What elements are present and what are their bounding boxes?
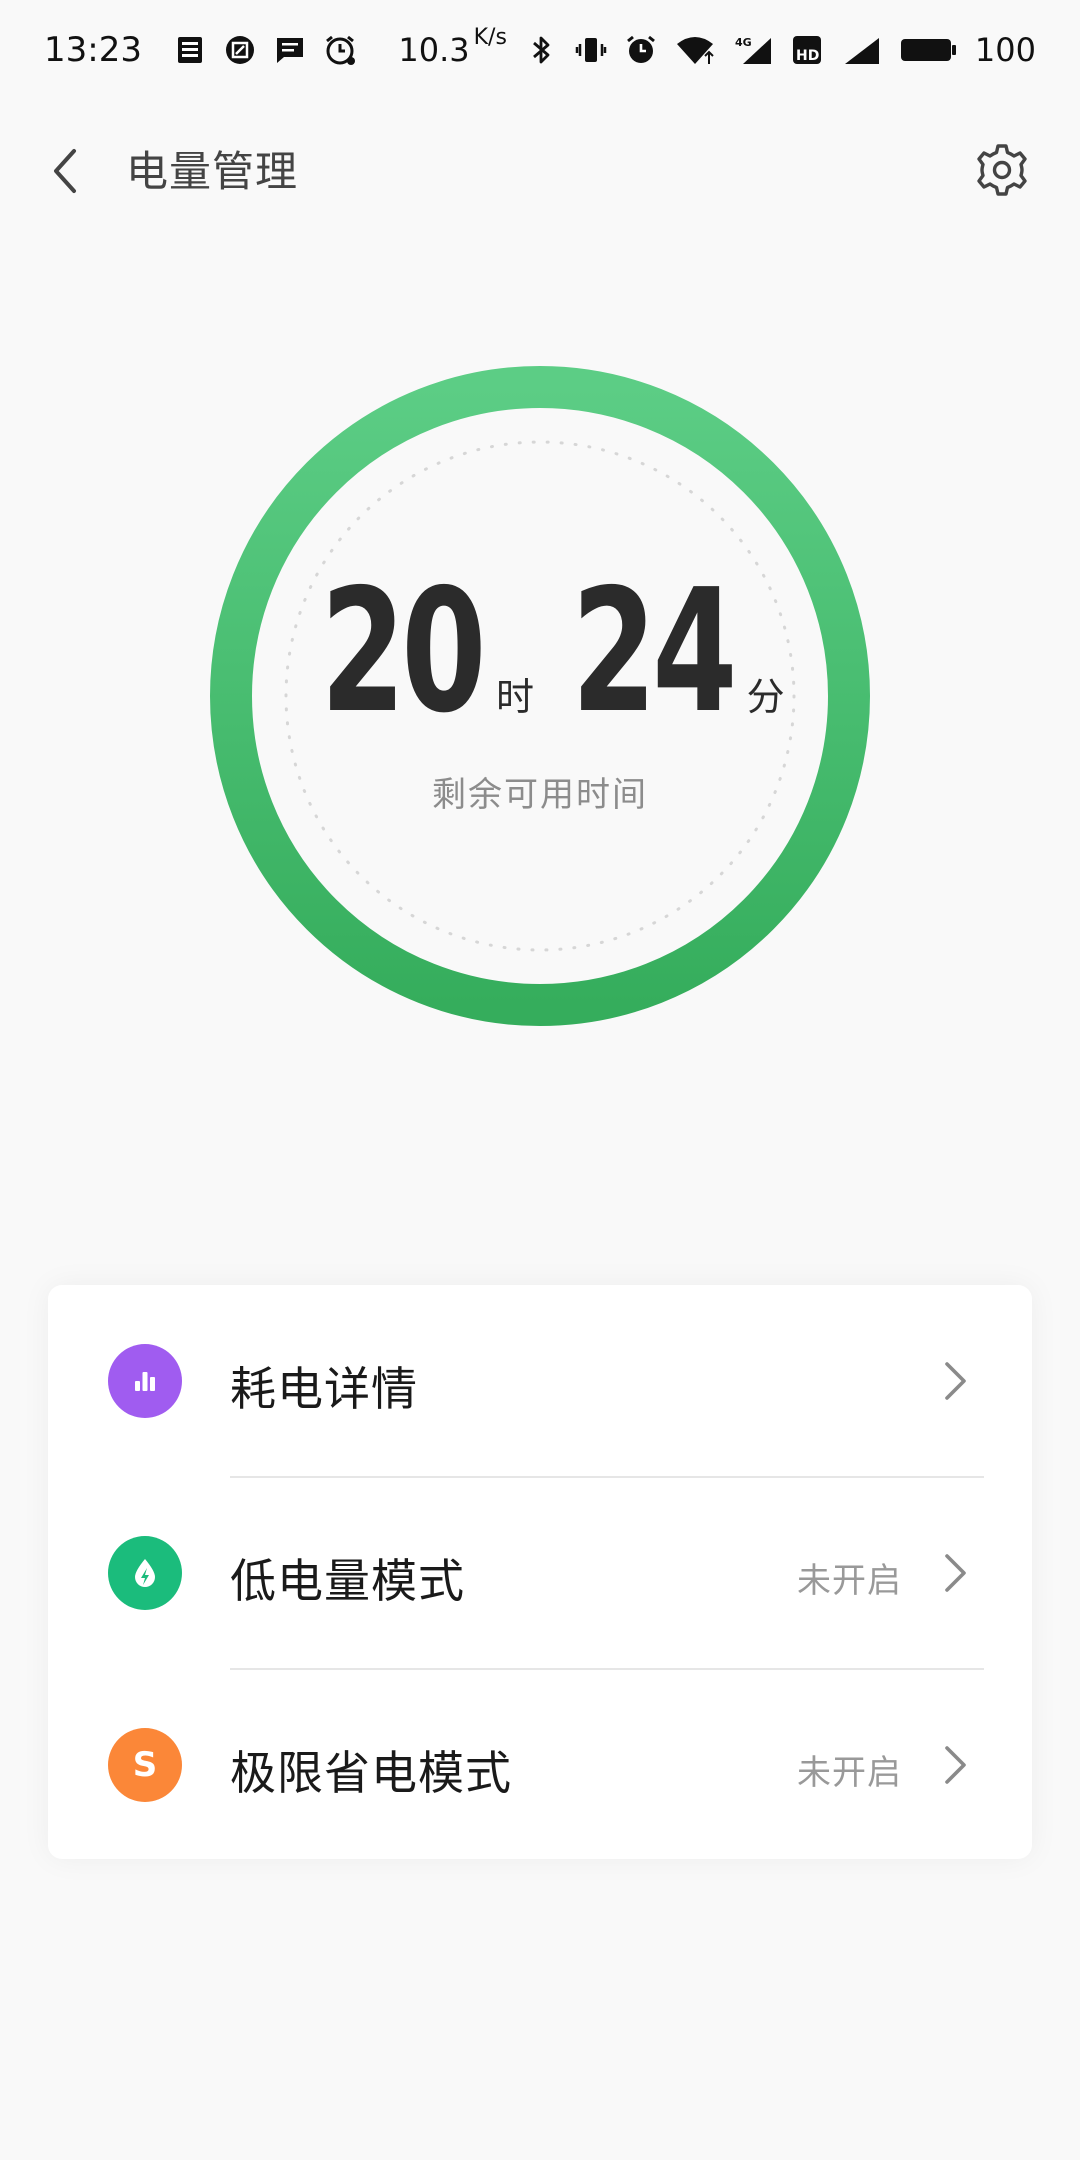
hours-value: 20 xyxy=(320,552,487,751)
status-time: 13:23 xyxy=(44,30,142,70)
message-icon xyxy=(274,34,306,66)
app-icon xyxy=(224,34,256,66)
net-speed-unit: K/s xyxy=(473,25,507,50)
hours-unit: 时 xyxy=(495,674,534,719)
battery-ring: 20 时 24 分 剩余可用时间 xyxy=(210,366,870,1026)
header: 电量管理 xyxy=(0,100,1080,240)
alarm-clock-icon xyxy=(324,34,356,66)
battery-icon xyxy=(899,34,957,66)
icon-letter: S xyxy=(132,1745,158,1785)
chevron-right-icon xyxy=(940,1551,970,1595)
minutes-unit: 分 xyxy=(746,674,785,719)
menu-item-low-power-mode[interactable]: 低电量模式 未开启 xyxy=(48,1477,1032,1669)
menu-item-label: 低电量模式 xyxy=(230,1554,465,1608)
svg-text:4G: 4G xyxy=(735,36,752,49)
menu-item-status: 未开启 xyxy=(797,1753,902,1793)
settings-button[interactable] xyxy=(964,132,1040,208)
menu-item-power-details[interactable]: 耗电详情 xyxy=(48,1285,1032,1477)
menu-item-label: 极限省电模式 xyxy=(230,1746,512,1800)
menu-item-extreme-power-saving[interactable]: S 极限省电模式 未开启 xyxy=(48,1669,1032,1861)
bar-chart-icon xyxy=(108,1344,182,1418)
signal-icon xyxy=(841,34,881,66)
back-button[interactable] xyxy=(30,136,100,206)
page-title: 电量管理 xyxy=(126,147,299,196)
battery-level: 100 xyxy=(974,31,1036,69)
chevron-right-icon xyxy=(940,1359,970,1403)
gear-icon xyxy=(977,144,1027,196)
remaining-time: 20 时 24 分 剩余可用时间 xyxy=(210,366,870,1026)
bolt-drop-icon xyxy=(108,1536,182,1610)
alarm-icon xyxy=(625,34,657,66)
remaining-time-label: 剩余可用时间 xyxy=(432,774,648,815)
status-left: 13:23 xyxy=(44,30,356,70)
hd-icon: HD xyxy=(791,34,823,66)
s-letter-icon: S xyxy=(108,1728,182,1802)
time-row: 20 时 24 分 xyxy=(289,567,790,737)
bluetooth-icon xyxy=(525,34,557,66)
status-right: 10.3 K/s 4G HD 100 xyxy=(398,25,1036,69)
menu-item-status: 未开启 xyxy=(797,1561,902,1601)
news-icon xyxy=(174,34,206,66)
chevron-left-icon xyxy=(54,149,76,193)
minutes-value: 24 xyxy=(571,552,737,751)
net-speed-value: 10.3 xyxy=(398,31,470,69)
wifi-icon xyxy=(675,34,715,66)
chevron-right-icon xyxy=(940,1743,970,1787)
menu-item-label: 耗电详情 xyxy=(230,1362,418,1416)
net-speed: 10.3 K/s xyxy=(398,25,507,69)
svg-text:HD: HD xyxy=(796,48,819,64)
vibrate-icon xyxy=(575,34,607,66)
menu-card: 耗电详情 低电量模式 未开启 S 极限省电模式 未开启 xyxy=(48,1285,1032,1859)
4g-signal-icon: 4G xyxy=(733,34,773,66)
status-bar: 13:23 10.3 K/s 4G HD 100 xyxy=(0,0,1080,100)
